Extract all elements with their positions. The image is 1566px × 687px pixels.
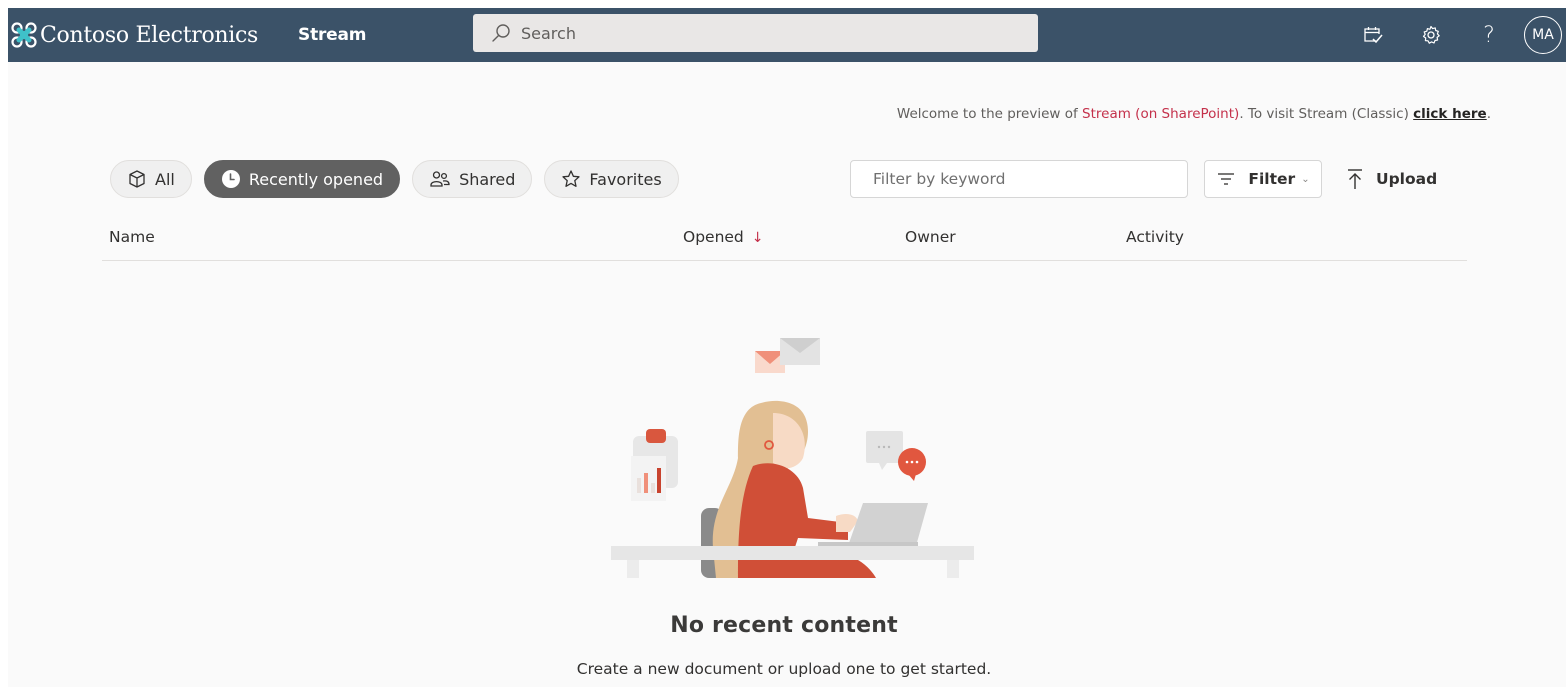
welcome-highlight: Stream (on SharePoint) xyxy=(1082,106,1240,122)
clipboard-chart-icon xyxy=(631,429,678,501)
chevron-down-icon: ⌄ xyxy=(1301,173,1310,185)
help-button[interactable]: ? xyxy=(1460,8,1518,62)
view-pills: All Recently opened Shared Favorites xyxy=(110,160,679,198)
column-header-label: Opened xyxy=(683,228,744,246)
column-header-name[interactable]: Name xyxy=(109,228,155,246)
pill-label: Favorites xyxy=(589,169,662,189)
brand[interactable]: Contoso Electronics xyxy=(10,8,258,62)
page-frame: Contoso Electronics Stream Search ? MA W… xyxy=(8,8,1566,687)
woman-at-laptop-illustration xyxy=(611,338,974,578)
envelope-icons xyxy=(755,338,820,373)
empty-state-subtitle: Create a new document or upload one to g… xyxy=(576,660,992,678)
avatar[interactable]: MA xyxy=(1524,16,1562,54)
help-icon: ? xyxy=(1483,22,1495,48)
chat-bubbles-icon xyxy=(866,431,926,481)
pill-label: Recently opened xyxy=(248,169,384,189)
pill-all[interactable]: All xyxy=(110,160,192,198)
top-bar: Contoso Electronics Stream Search ? MA xyxy=(8,8,1566,62)
gear-icon xyxy=(1422,25,1440,44)
pill-label: All xyxy=(155,169,175,189)
column-header-opened[interactable]: Opened ↓ xyxy=(683,228,764,246)
brand-name: Contoso Electronics xyxy=(40,22,259,48)
clock-icon xyxy=(221,170,240,188)
header-divider xyxy=(102,260,1467,261)
people-icon xyxy=(430,171,450,187)
search-input[interactable] xyxy=(521,23,1001,43)
filter-button[interactable]: Filter ⌄ xyxy=(1204,160,1322,198)
welcome-suffix: . xyxy=(1486,106,1491,122)
search-icon xyxy=(492,24,510,42)
calendar-check-icon xyxy=(1364,27,1383,44)
upload-button[interactable]: Upload xyxy=(1346,160,1437,198)
classic-stream-link[interactable]: click here xyxy=(1413,106,1487,122)
contoso-logo-icon xyxy=(11,22,37,48)
pill-recently-opened[interactable]: Recently opened xyxy=(203,160,401,198)
search-box[interactable] xyxy=(473,14,1038,52)
upload-arrow-icon xyxy=(1348,169,1362,189)
empty-state-title: No recent content xyxy=(670,613,898,638)
filter-keyword-input[interactable] xyxy=(850,160,1188,198)
filter-label: Filter xyxy=(1248,170,1296,188)
cube-icon xyxy=(129,170,145,188)
calendar-check-button[interactable] xyxy=(1344,8,1402,62)
settings-button[interactable] xyxy=(1402,8,1460,62)
upload-label: Upload xyxy=(1376,170,1438,188)
welcome-banner: Welcome to the preview of Stream (on Sha… xyxy=(897,106,1491,122)
welcome-prefix: Welcome to the preview of xyxy=(896,106,1083,122)
column-header-owner[interactable]: Owner xyxy=(905,228,956,246)
sort-descending-icon: ↓ xyxy=(751,230,764,246)
welcome-middle: . To visit Stream (Classic) xyxy=(1239,106,1414,122)
pill-label: Shared xyxy=(459,169,516,189)
pill-favorites[interactable]: Favorites xyxy=(544,160,679,198)
column-header-activity[interactable]: Activity xyxy=(1126,228,1184,246)
app-name[interactable]: Stream xyxy=(298,25,366,45)
filter-lines-icon xyxy=(1218,173,1235,185)
pill-shared[interactable]: Shared xyxy=(412,160,533,198)
star-icon xyxy=(562,170,581,187)
top-icons: ? MA xyxy=(1344,8,1566,62)
